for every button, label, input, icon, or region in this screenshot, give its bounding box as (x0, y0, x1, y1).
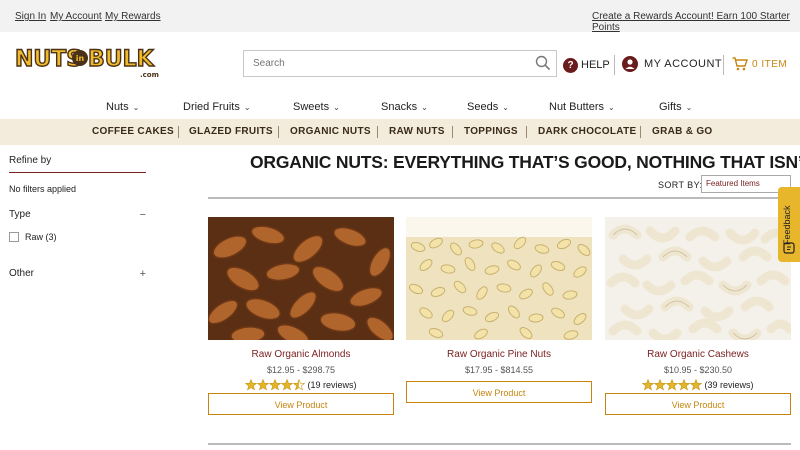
subnav-divider (640, 126, 641, 138)
product-price: $12.95 - $298.75 (266, 365, 336, 375)
site-header: NUTS BULK in .com ? HELP MY ACCOUNT (0, 32, 800, 94)
chevron-down-icon: ⌄ (608, 103, 615, 112)
svg-text:NUTS: NUTS (15, 47, 82, 72)
product-name[interactable]: Raw Organic Pine Nuts (406, 349, 592, 360)
refine-by-heading: Refine by (9, 155, 146, 173)
nuts-in-bulk-logo[interactable]: NUTS BULK in .com (14, 40, 160, 82)
sub-nav: COFFEE CAKES GLAZED FRUITS ORGANIC NUTS … (0, 119, 800, 145)
chevron-down-icon: ⌄ (132, 103, 140, 112)
collapse-icon[interactable]: − (140, 209, 146, 221)
product-name[interactable]: Raw Organic Cashews (605, 349, 791, 360)
review-count: (39 reviews) (704, 380, 754, 390)
cart-icon (732, 57, 748, 71)
subnav-toppings[interactable]: TOPPINGS (464, 126, 518, 137)
no-filters-text: No filters applied (9, 184, 77, 194)
chevron-down-icon: ⌄ (421, 103, 428, 112)
product-image-almonds[interactable] (208, 217, 394, 340)
expand-icon[interactable]: + (140, 268, 146, 280)
subnav-raw-nuts[interactable]: RAW NUTS (389, 126, 445, 137)
search-icon[interactable] (535, 55, 551, 71)
product-name[interactable]: Raw Organic Almonds (208, 349, 394, 360)
facet-other[interactable]: Other + (9, 268, 146, 280)
page-title: ORGANIC NUTS: EVERYTHING THAT’S GOOD, NO… (250, 152, 800, 172)
my-account-label: MY ACCOUNT (644, 58, 723, 70)
svg-text:in: in (76, 54, 85, 63)
product-card: Raw Organic Cashews $10.95 - $230.50 (39… (605, 217, 791, 415)
divider (208, 197, 791, 199)
product-price: $17.95 - $814.55 (464, 365, 534, 375)
subnav-grab-and-go[interactable]: GRAB & GO (652, 126, 712, 137)
nav-item-gifts[interactable]: Gifts ⌄ (659, 101, 692, 113)
sort-label: SORT BY: (658, 180, 703, 190)
feedback-icon (783, 242, 795, 254)
filter-sidebar: Refine by No filters applied Type − Raw … (9, 155, 146, 280)
svg-text:BULK: BULK (88, 47, 155, 72)
nav-item-nut-butters[interactable]: Nut Butters ⌄ (549, 101, 615, 113)
header-divider (723, 55, 724, 75)
main-nav: Nuts ⌄ Dried Fruits ⌄ Sweets ⌄ Snacks ⌄ Seed… (0, 96, 800, 118)
rewards-signup-link[interactable]: Create a Rewards Account! Earn 100 Start… (592, 11, 800, 33)
help-icon: ? (563, 57, 578, 73)
subnav-divider (526, 126, 527, 138)
cart-button[interactable]: 0 ITEM (732, 57, 787, 71)
chevron-down-icon: ⌄ (333, 103, 340, 112)
my-account-button[interactable]: MY ACCOUNT (622, 56, 722, 72)
my-account-link[interactable]: My Account (50, 11, 102, 22)
nav-item-sweets[interactable]: Sweets ⌄ (293, 101, 340, 113)
product-image-cashews[interactable] (605, 217, 791, 340)
facet-type[interactable]: Type − (9, 209, 146, 221)
filter-option-raw[interactable]: Raw (3) (9, 232, 57, 242)
checkbox[interactable] (9, 232, 19, 242)
product-price: $10.95 - $230.50 (663, 365, 733, 375)
header-divider (614, 55, 615, 75)
subnav-divider (278, 126, 279, 138)
facet-label: Type (9, 209, 31, 220)
utility-bar: Sign In My Account My Rewards Create a R… (0, 0, 800, 33)
help-link[interactable]: ? HELP (563, 56, 610, 74)
user-icon (622, 56, 638, 72)
review-count: (19 reviews) (307, 380, 357, 390)
product-image-pine-nuts[interactable] (406, 217, 592, 340)
help-label: HELP (581, 59, 610, 71)
feedback-tab[interactable]: Feedback (778, 187, 800, 262)
product-rating[interactable]: (19 reviews) (208, 379, 394, 391)
star-rating-icon (642, 379, 703, 391)
product-rating[interactable]: (39 reviews) (605, 379, 791, 391)
product-card: Raw Organic Almonds $12.95 - $298.75 (19… (208, 217, 394, 415)
search-input[interactable] (244, 51, 524, 76)
filter-option-label: Raw (3) (25, 232, 57, 242)
svg-text:.com: .com (140, 71, 159, 79)
cart-count: 0 ITEM (752, 58, 788, 70)
subnav-coffee-cakes[interactable]: COFFEE CAKES (92, 126, 174, 137)
subnav-divider (377, 126, 378, 138)
view-product-button[interactable]: View Product (406, 381, 592, 403)
subnav-divider (452, 126, 453, 138)
chevron-down-icon: ⌄ (243, 103, 251, 112)
view-product-button[interactable]: View Product (605, 393, 791, 415)
chevron-down-icon: ⌄ (502, 103, 509, 112)
product-card: Raw Organic Pine Nuts $17.95 - $814.55 V… (406, 217, 592, 403)
search-box (243, 50, 557, 77)
feedback-label: Feedback (782, 205, 792, 245)
chevron-down-icon: ⌄ (685, 103, 693, 112)
subnav-divider (178, 126, 179, 138)
divider (208, 443, 791, 445)
subnav-dark-chocolate[interactable]: DARK CHOCOLATE (538, 126, 636, 137)
view-product-button[interactable]: View Product (208, 393, 394, 415)
my-rewards-link[interactable]: My Rewards (105, 11, 161, 22)
nav-item-seeds[interactable]: Seeds ⌄ (467, 101, 509, 113)
subnav-glazed-fruits[interactable]: GLAZED FRUITS (189, 126, 273, 137)
nav-item-nuts[interactable]: Nuts ⌄ (106, 101, 139, 113)
facet-label: Other (9, 268, 35, 279)
subnav-organic-nuts[interactable]: ORGANIC NUTS (290, 126, 371, 137)
star-rating-icon (245, 379, 306, 391)
nav-item-dried-fruits[interactable]: Dried Fruits ⌄ (183, 101, 251, 113)
sign-in-link[interactable]: Sign In (15, 11, 46, 22)
nav-item-snacks[interactable]: Snacks ⌄ (381, 101, 428, 113)
